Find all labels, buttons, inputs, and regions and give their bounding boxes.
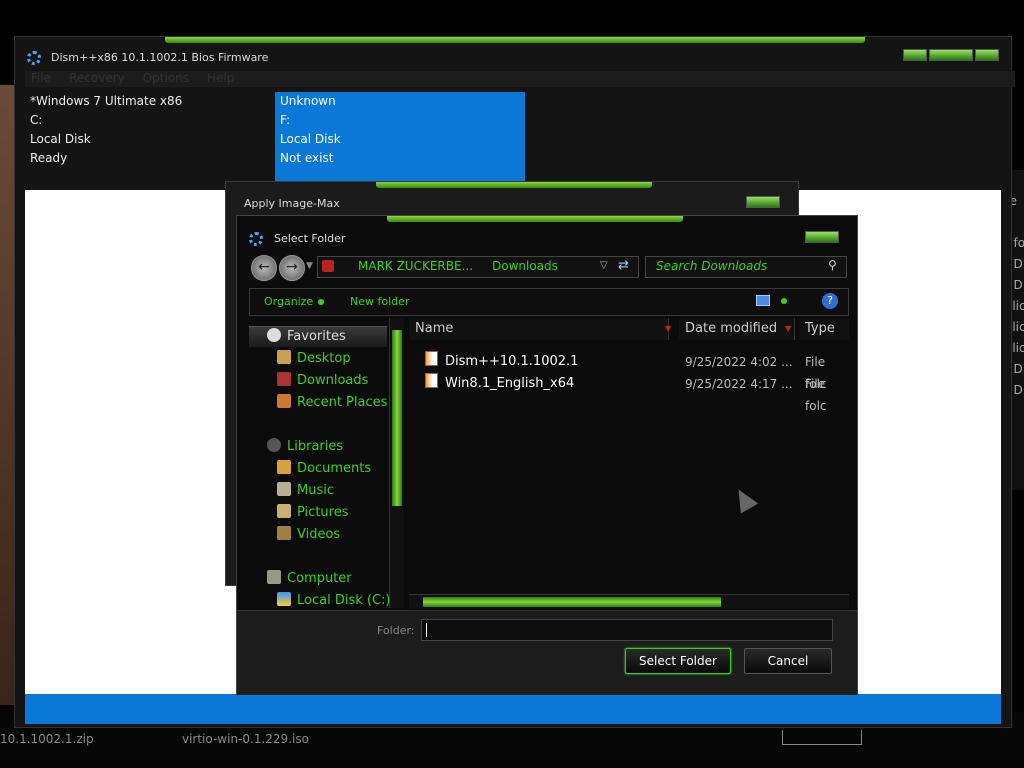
column-name[interactable]: Name [409,318,669,340]
breadcrumb-user[interactable]: MARK ZUCKERBE... [358,259,473,273]
nav-scrollbar[interactable] [389,318,404,608]
navigation-pane: Favorites Desktop Downloads Recent Place… [249,318,389,608]
window-title: Apply Image-Max [244,197,340,210]
system-disk-type: Local Disk [30,132,91,146]
system-name: *Windows 7 Ultimate x86 [30,94,183,108]
column-type[interactable]: Type [799,318,849,340]
scrollbar-thumb[interactable] [423,597,721,607]
music-icon [277,482,291,496]
search-placeholder: Search Downloads [656,259,768,273]
status-bar [25,694,1001,724]
pictures-icon [277,504,291,518]
selected-name: Unknown [280,94,336,108]
nav-computer[interactable]: Computer [267,570,352,586]
file-list: Name ▼ Date modified ▼ Type Dism++10.1.1… [409,318,849,598]
folder-input[interactable] [421,619,833,641]
file-row[interactable]: Dism++10.1.1002.1 9/25/2022 4:02 ... Fil… [409,351,849,391]
documents-icon [277,460,291,474]
file-date: 9/25/2022 4:02 ... [685,355,793,369]
system-status: Ready [30,151,68,165]
maximize-button[interactable] [929,49,973,61]
title-accent [376,182,652,188]
libraries-icon [267,438,281,452]
gear-icon [249,232,263,246]
taskbar-item[interactable]: virtio-win-0.1.229.iso [182,732,309,746]
help-icon[interactable]: ? [822,293,838,309]
menu-bar: File Recovery Options Help [25,71,1015,87]
taskbar-button[interactable] [782,730,862,745]
selected-drive: F: [280,113,291,127]
file-row[interactable]: Win8.1_English_x64 9/25/2022 4:17 ... Fi… [409,373,849,413]
search-icon[interactable]: ⚲ [828,258,837,272]
computer-icon [267,570,281,584]
scrollbar-thumb[interactable] [392,330,402,506]
file-name: Win8.1_English_x64 [445,376,575,391]
nav-desktop[interactable]: Desktop [277,350,351,366]
breadcrumb-downloads[interactable]: Downloads [492,259,558,273]
view-icon[interactable] [756,295,770,306]
close-button[interactable] [805,231,839,243]
selected-system-tile[interactable]: Unknown F: Local Disk Not exist [275,92,525,182]
command-bar: Organize New folder ? [249,288,849,316]
desktop-icon [277,350,291,364]
minimize-button[interactable] [903,49,927,61]
system-drive: C: [30,113,43,127]
nav-pictures[interactable]: Pictures [277,504,348,520]
view-dropdown-icon[interactable] [781,298,787,304]
file-type: File folc [805,377,827,413]
organize-button[interactable]: Organize [264,295,325,308]
star-icon [267,328,281,342]
chevron-down-icon[interactable]: ▽ [600,260,608,271]
address-bar[interactable]: MARK ZUCKERBE... Downloads ▽ ⇄ [317,256,639,278]
back-button[interactable]: ← [251,255,277,281]
nav-local-disk-c[interactable]: Local Disk (C:) [277,592,389,608]
search-input[interactable]: Search Downloads ⚲ [645,256,847,278]
videos-icon [277,526,291,540]
navigation-bar: ← → ▼ MARK ZUCKERBE... Downloads ▽ ⇄ Sea… [249,254,847,281]
title-accent [165,37,865,43]
nav-libraries[interactable]: Libraries [267,438,343,454]
column-date-modified[interactable]: Date modified [679,318,795,340]
nav-music[interactable]: Music [277,482,334,498]
nav-recent-places[interactable]: Recent Places [277,394,387,410]
recent-dropdown-icon[interactable]: ▼ [306,261,313,271]
nav-favorites[interactable]: Favorites [267,328,346,344]
window-controls [903,49,999,61]
nav-downloads[interactable]: Downloads [277,372,368,388]
folder-label: Folder: [377,624,415,637]
window-title: Dism++x86 10.1.1002.1 Bios Firmware [51,51,269,64]
file-date: 9/25/2022 4:17 ... [685,377,793,391]
text-caret [426,623,427,637]
close-button[interactable] [975,49,999,61]
sort-icon[interactable]: ▼ [785,324,791,333]
forward-button[interactable]: → [279,255,305,281]
gear-icon [27,51,41,65]
selected-status: Not exist [280,151,334,165]
menu-recovery[interactable]: Recovery [69,71,125,87]
menu-help[interactable]: Help [207,71,234,87]
cancel-button[interactable]: Cancel [744,648,832,674]
nav-videos[interactable]: Videos [277,526,340,542]
menu-options[interactable]: Options [143,71,189,87]
refresh-icon[interactable]: ⇄ [618,258,629,273]
file-name: Dism++10.1.1002.1 [445,354,579,369]
title-accent [387,216,683,222]
recent-places-icon [277,394,291,408]
taskbar-item[interactable]: 10.1.1002.1.zip [0,732,94,746]
file-list-scrollbar[interactable] [409,594,849,609]
downloads-icon [277,372,291,386]
user-folder-icon [322,260,334,272]
select-folder-button[interactable]: Select Folder [625,648,731,674]
close-button[interactable] [746,196,780,208]
sort-icon[interactable]: ▼ [665,324,671,333]
new-folder-button[interactable]: New folder [350,295,409,308]
dialog-title: Select Folder [274,232,346,245]
selected-disk-type: Local Disk [280,132,341,146]
menu-file[interactable]: File [31,71,51,87]
nav-documents[interactable]: Documents [277,460,371,476]
drive-icon [277,592,291,606]
system-tile[interactable]: *Windows 7 Ultimate x86 C: Local Disk Re… [25,92,275,182]
dialog-footer: Folder: Select Folder Cancel [237,610,857,695]
select-folder-dialog: Select Folder ← → ▼ MARK ZUCKERBE... Dow… [236,215,858,695]
